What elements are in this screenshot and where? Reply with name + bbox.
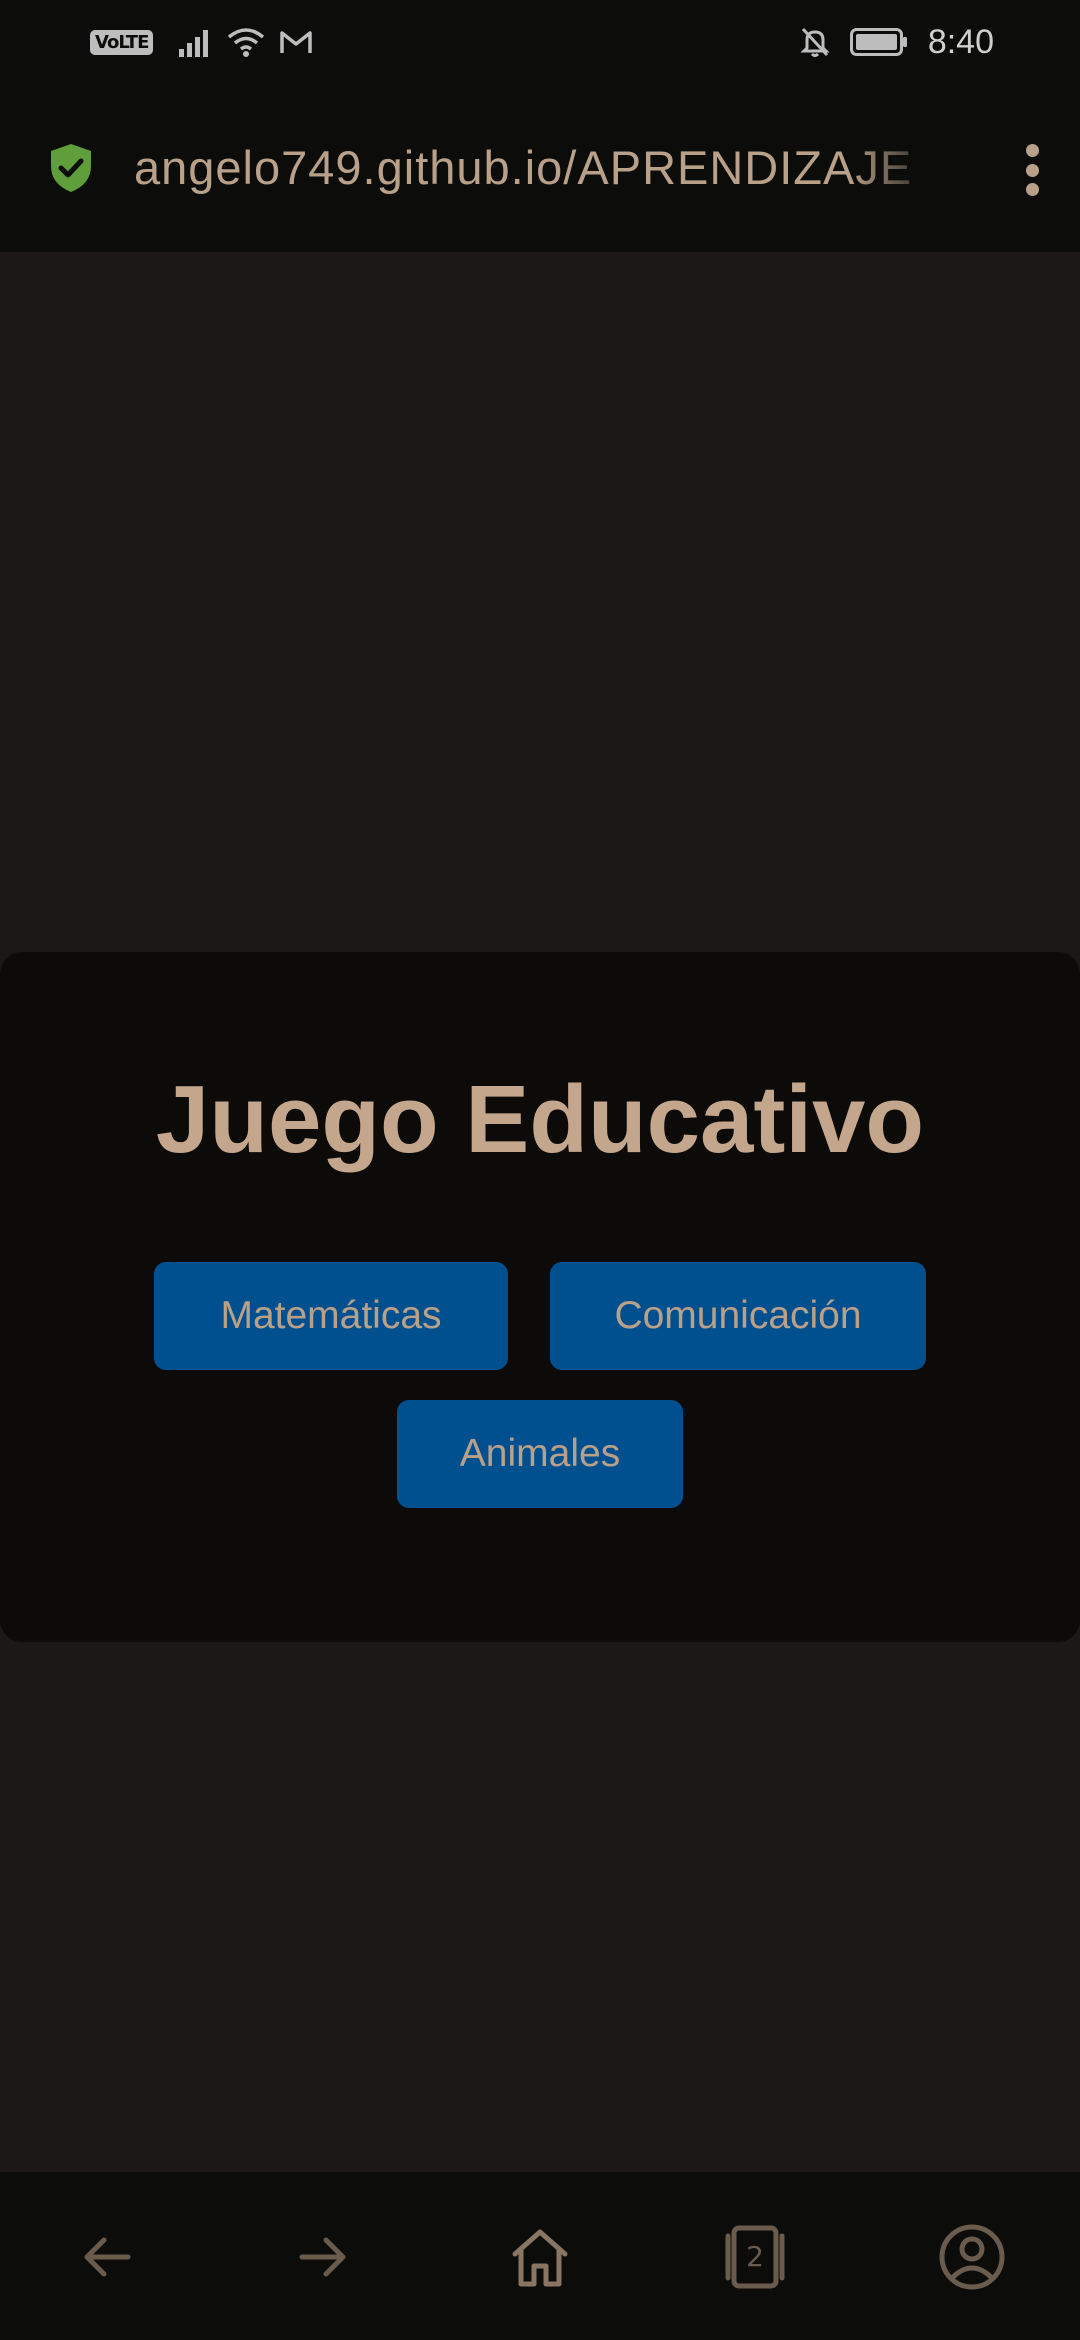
tab-count: 2 [746,2240,764,2273]
screen: VoLTE 8:40 angelo749.github.io/APRENDIZA… [0,0,1080,2340]
browser-address-bar: angelo749.github.io/APRENDIZAJE [0,84,1080,252]
menu-dot [1025,163,1039,177]
math-button[interactable]: Matemáticas [154,1262,508,1370]
battery-icon [849,28,907,56]
signal-icon [179,30,209,57]
more-vertical-icon[interactable] [1018,144,1046,196]
communication-button[interactable]: Comunicación [550,1262,926,1370]
status-bar: VoLTE 8:40 [0,0,1080,84]
status-left: VoLTE [90,22,313,62]
back-arrow-icon[interactable] [72,2222,142,2292]
shield-check-icon[interactable] [48,142,94,194]
gmail-icon [280,31,313,53]
tabs-button[interactable]: 2 [720,2222,790,2292]
mute-bell-icon [800,27,830,57]
url-field[interactable]: angelo749.github.io/APRENDIZAJE [134,140,946,196]
wifi-icon [228,28,265,57]
status-time: 8:40 [927,22,994,61]
menu-dot [1025,144,1039,157]
forward-arrow-icon[interactable] [288,2222,358,2292]
status-right: 8:40 [800,22,994,62]
home-icon[interactable] [505,2222,575,2292]
page-title: Juego Educativo [155,1066,925,1173]
browser-bottom-nav: 2 [0,2172,1080,2340]
account-icon[interactable] [937,2222,1007,2292]
game-menu-panel: Juego Educativo Matemáticas Comunicación… [0,952,1080,1642]
menu-dot [1025,183,1039,196]
animals-button[interactable]: Animales [397,1400,683,1508]
volte-icon: VoLTE [90,29,154,55]
